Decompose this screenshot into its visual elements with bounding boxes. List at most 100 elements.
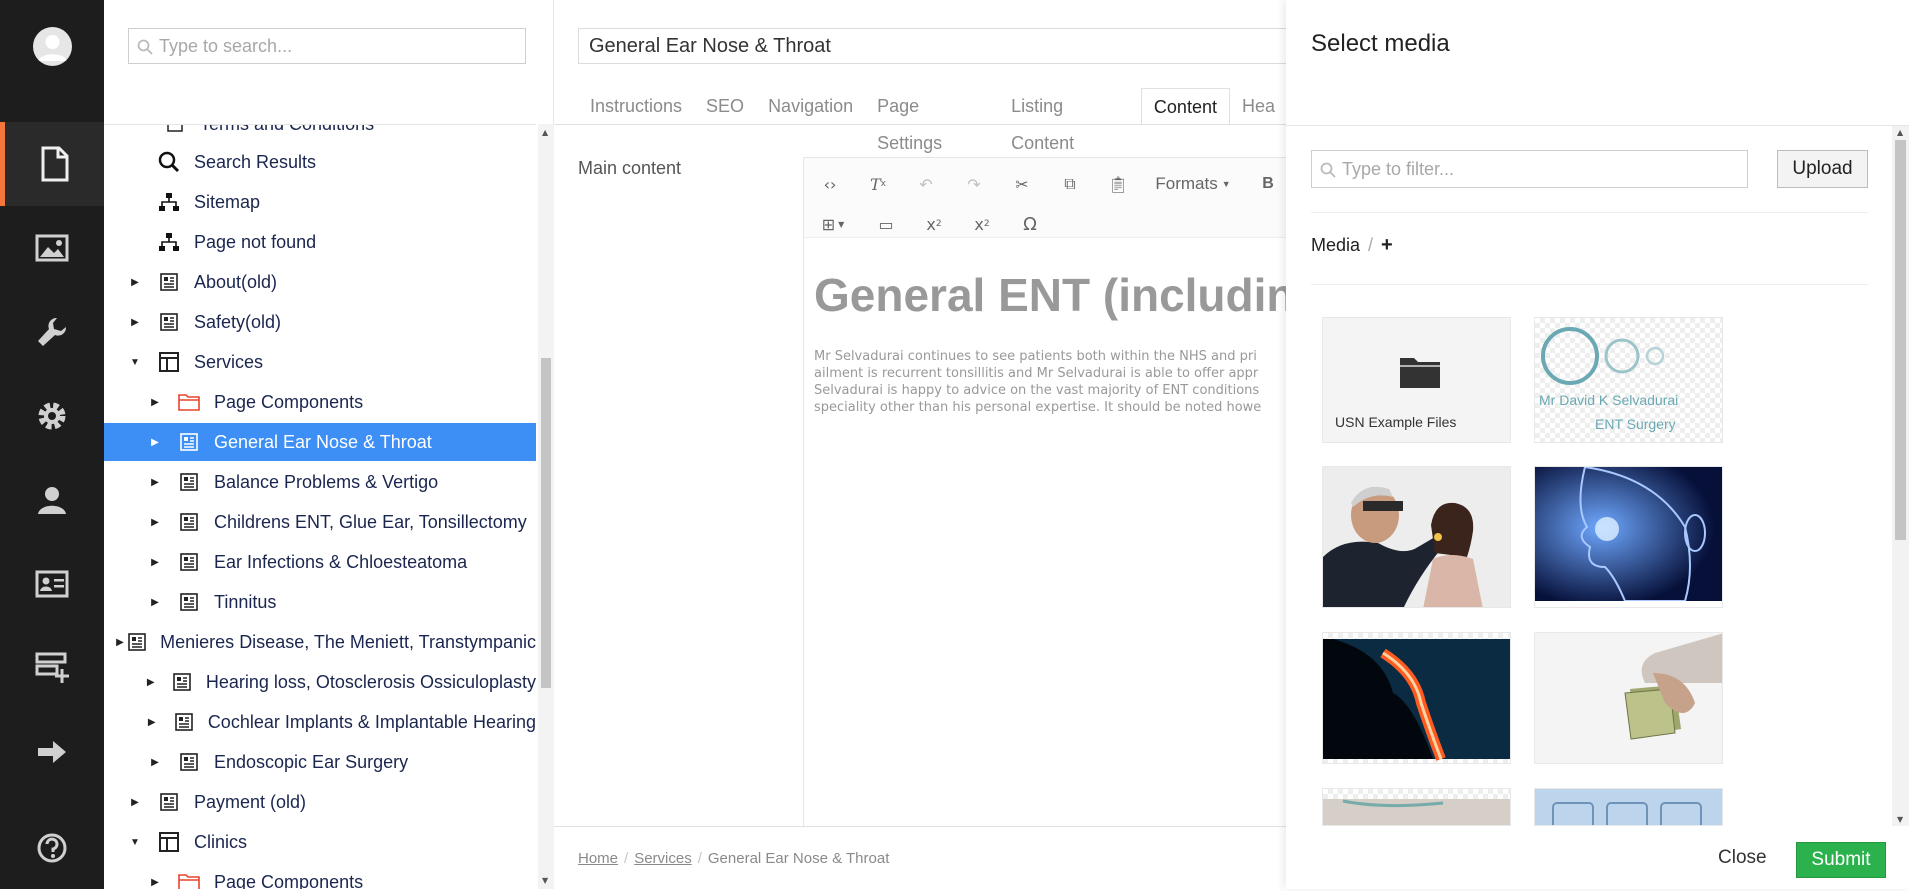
tree-item[interactable]: ▶ About(old) [104, 263, 536, 301]
tree-item[interactable]: ▶ General Ear Nose & Throat [104, 423, 536, 461]
undo-icon[interactable]: ↶ [906, 164, 946, 204]
tree-item[interactable]: Sitemap [104, 183, 536, 221]
tab-seo[interactable]: SEO [694, 88, 756, 125]
table-icon[interactable]: ⊞ ▼ [810, 204, 856, 244]
media-image-partial[interactable] [1322, 788, 1511, 826]
page-name-input[interactable]: General Ear Nose & Throat [578, 28, 1298, 64]
copy-icon[interactable]: ⧉ [1050, 164, 1090, 204]
cut-icon[interactable]: ✂ [1002, 164, 1042, 204]
media-scrollbar-thumb[interactable] [1895, 140, 1906, 540]
embed-media-icon[interactable]: ▭ [866, 204, 906, 244]
caret-right-icon[interactable]: ▶ [148, 557, 162, 568]
tree-item[interactable]: ▶ Safety(old) [104, 303, 536, 341]
caret-down-icon[interactable]: ▼ [128, 357, 142, 368]
media-scrollbar[interactable]: ▲ ▼ [1892, 126, 1909, 826]
sidebar-item-members[interactable] [0, 542, 104, 626]
tree-item[interactable]: ▶ Page Components [104, 863, 536, 889]
tree-scrollbar-thumb[interactable] [541, 358, 551, 688]
tree-item-label: General Ear Nose & Throat [214, 431, 432, 452]
caret-right-icon[interactable]: ▶ [145, 717, 158, 728]
sidebar-item-settings[interactable] [0, 290, 104, 374]
folder-caption: USN Example Files [1335, 414, 1457, 430]
superscript-icon[interactable]: x2 [962, 204, 1002, 244]
clear-format-icon[interactable]: Tx [858, 164, 898, 204]
tree-item[interactable]: ▶ Childrens ENT, Glue Ear, Tonsillectomy [104, 503, 536, 541]
caret-right-icon[interactable]: ▶ [128, 317, 142, 328]
tree-item[interactable]: ▶ Menieres Disease, The Meniett, Transtym… [104, 623, 536, 661]
sidebar-item-content[interactable] [0, 122, 104, 206]
sidebar-item-help[interactable] [0, 806, 104, 890]
upload-button[interactable]: Upload [1777, 150, 1868, 188]
paste-icon[interactable]: 📋︎ [1098, 164, 1138, 204]
tree-item-partial[interactable]: Terms and Conditions [104, 125, 536, 143]
tab-listing-content[interactable]: Listing Content [999, 88, 1141, 153]
caret-right-icon[interactable]: ▶ [128, 277, 142, 288]
scroll-up-arrow-icon[interactable]: ▲ [542, 128, 548, 137]
tree-item[interactable]: ▶ Hearing loss, Otosclerosis Ossiculoplas… [104, 663, 536, 701]
caret-right-icon[interactable]: ▶ [116, 637, 124, 648]
sidebar-item-redirects[interactable] [0, 710, 104, 794]
media-filter-box[interactable] [1311, 150, 1748, 188]
sidebar-item-forms[interactable] [0, 626, 104, 710]
tree-item[interactable]: Page not found [104, 223, 536, 261]
caret-right-icon[interactable]: ▶ [148, 397, 162, 408]
tree-search-box[interactable] [128, 28, 526, 64]
caret-down-icon[interactable]: ▼ [128, 837, 142, 848]
media-folder-tile[interactable]: USN Example Files [1322, 317, 1511, 443]
tree-search-input[interactable] [159, 29, 519, 63]
special-character-icon[interactable]: Ω [1010, 204, 1050, 244]
caret-right-icon[interactable]: ▶ [148, 597, 162, 608]
source-code-icon[interactable]: ‹› [810, 164, 850, 204]
media-image-money[interactable] [1534, 632, 1723, 764]
caret-right-icon[interactable]: ▶ [148, 877, 162, 888]
tree-item[interactable]: Search Results [104, 143, 536, 181]
caret-right-icon[interactable]: ▶ [148, 437, 162, 448]
tree-item[interactable]: ▶ Page Components [104, 383, 536, 421]
media-image-partial[interactable] [1534, 788, 1723, 826]
user-avatar[interactable] [33, 27, 72, 66]
breadcrumb-home[interactable]: Home [578, 850, 618, 867]
formats-dropdown[interactable]: Formats ▼ [1146, 164, 1240, 204]
media-image-doctor[interactable] [1322, 466, 1511, 608]
caret-right-icon[interactable]: ▶ [148, 517, 162, 528]
media-filter-input[interactable] [1342, 151, 1742, 187]
media-image-throat[interactable] [1322, 632, 1511, 764]
caret-right-icon[interactable]: ▶ [144, 677, 157, 688]
tab-instructions[interactable]: Instructions [578, 88, 694, 125]
tab-content[interactable]: Content [1140, 88, 1230, 125]
bold-button[interactable]: B [1248, 164, 1288, 204]
caret-right-icon[interactable]: ▶ [148, 477, 162, 488]
tab-page-settings[interactable]: Page Settings [865, 88, 999, 153]
tree-scrollbar[interactable]: ▲ ▼ [538, 124, 554, 889]
sidebar-item-users[interactable] [0, 458, 104, 542]
media-root-link[interactable]: Media [1311, 235, 1360, 256]
tree-item[interactable]: ▶ Balance Problems & Vertigo [104, 463, 536, 501]
breadcrumb-services[interactable]: Services [634, 850, 692, 867]
caret-right-icon[interactable]: ▶ [128, 797, 142, 808]
tree-item[interactable]: ▶ Endoscopic Ear Surgery [104, 743, 536, 781]
scroll-up-arrow-icon[interactable]: ▲ [1897, 128, 1903, 137]
media-image-anatomy-head[interactable] [1534, 466, 1723, 608]
tab-navigation[interactable]: Navigation [756, 88, 865, 125]
subscript-icon[interactable]: x2 [914, 204, 954, 244]
tree-item[interactable]: ▶ Ear Infections & Chloesteatoma [104, 543, 536, 581]
submit-button[interactable]: Submit [1796, 842, 1886, 878]
close-button[interactable]: Close [1718, 840, 1767, 876]
tree-item[interactable]: ▶ Cochlear Implants & Implantable Hearing [104, 703, 536, 741]
editor-tabs: Instructions SEO Navigation Page Setting… [578, 88, 1287, 153]
sidebar-item-media[interactable] [0, 206, 104, 290]
sidebar-item-developer[interactable] [0, 374, 104, 458]
media-image-logo[interactable]: Mr David K Selvadurai ENT Surgery [1534, 317, 1723, 443]
tab-header[interactable]: Hea [1230, 88, 1287, 125]
tree-item[interactable]: ▼ Services [104, 343, 536, 381]
select-media-dialog: Select media Upload Media / + USN Exampl… [1286, 0, 1909, 889]
caret-right-icon[interactable]: ▶ [148, 757, 162, 768]
add-folder-button[interactable]: + [1381, 234, 1393, 257]
tree-item[interactable]: ▶ Payment (old) [104, 783, 536, 821]
redo-icon[interactable]: ↷ [954, 164, 994, 204]
scroll-down-arrow-icon[interactable]: ▼ [542, 876, 548, 885]
rich-text-editor[interactable]: ‹› Tx ↶ ↷ ✂ ⧉ 📋︎ Formats ▼ B ⊞ ▼ ▭ x2 x2 Ω… [803, 157, 1323, 837]
tree-item[interactable]: ▶ Tinnitus [104, 583, 536, 621]
scroll-down-arrow-icon[interactable]: ▼ [1897, 815, 1903, 824]
tree-item[interactable]: ▼ Clinics [104, 823, 536, 861]
